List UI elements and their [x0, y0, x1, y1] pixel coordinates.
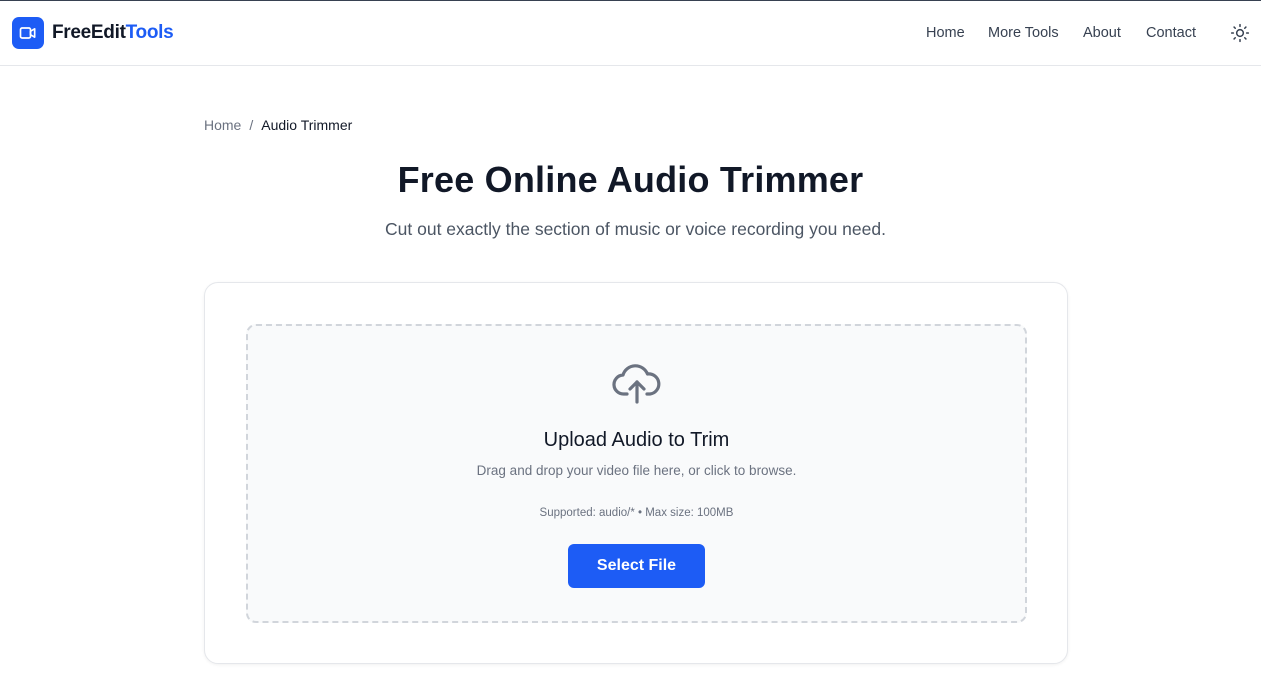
site-header: FreeEditTools Home More Tools About Cont… — [0, 1, 1261, 66]
breadcrumb: Home / Audio Trimmer — [204, 116, 352, 134]
cloud-upload-icon — [612, 364, 661, 404]
breadcrumb-current: Audio Trimmer — [261, 117, 353, 133]
select-file-button[interactable]: Select File — [568, 544, 705, 588]
breadcrumb-home-link[interactable]: Home — [204, 116, 241, 134]
upload-card: Upload Audio to Trim Drag and drop your … — [204, 282, 1068, 664]
page-title: Free Online Audio Trimmer — [397, 159, 864, 200]
upload-dropzone[interactable]: Upload Audio to Trim Drag and drop your … — [246, 324, 1027, 623]
page-subtitle: Cut out exactly the section of music or … — [385, 219, 886, 239]
nav-contact[interactable]: Contact — [1146, 23, 1196, 43]
sun-icon — [1230, 23, 1250, 43]
theme-toggle-button[interactable] — [1228, 21, 1252, 45]
main-nav: Home More Tools About Contact — [0, 23, 1261, 45]
upload-supported-info: Supported: audio/* • Max size: 100MB — [539, 507, 734, 519]
nav-home[interactable]: Home — [926, 23, 965, 43]
upload-description: Drag and drop your video file here, or c… — [476, 463, 797, 478]
nav-about[interactable]: About — [1083, 23, 1121, 43]
upload-title: Upload Audio to Trim — [543, 429, 730, 451]
breadcrumb-separator: / — [249, 117, 254, 133]
nav-more-tools[interactable]: More Tools — [988, 23, 1059, 43]
